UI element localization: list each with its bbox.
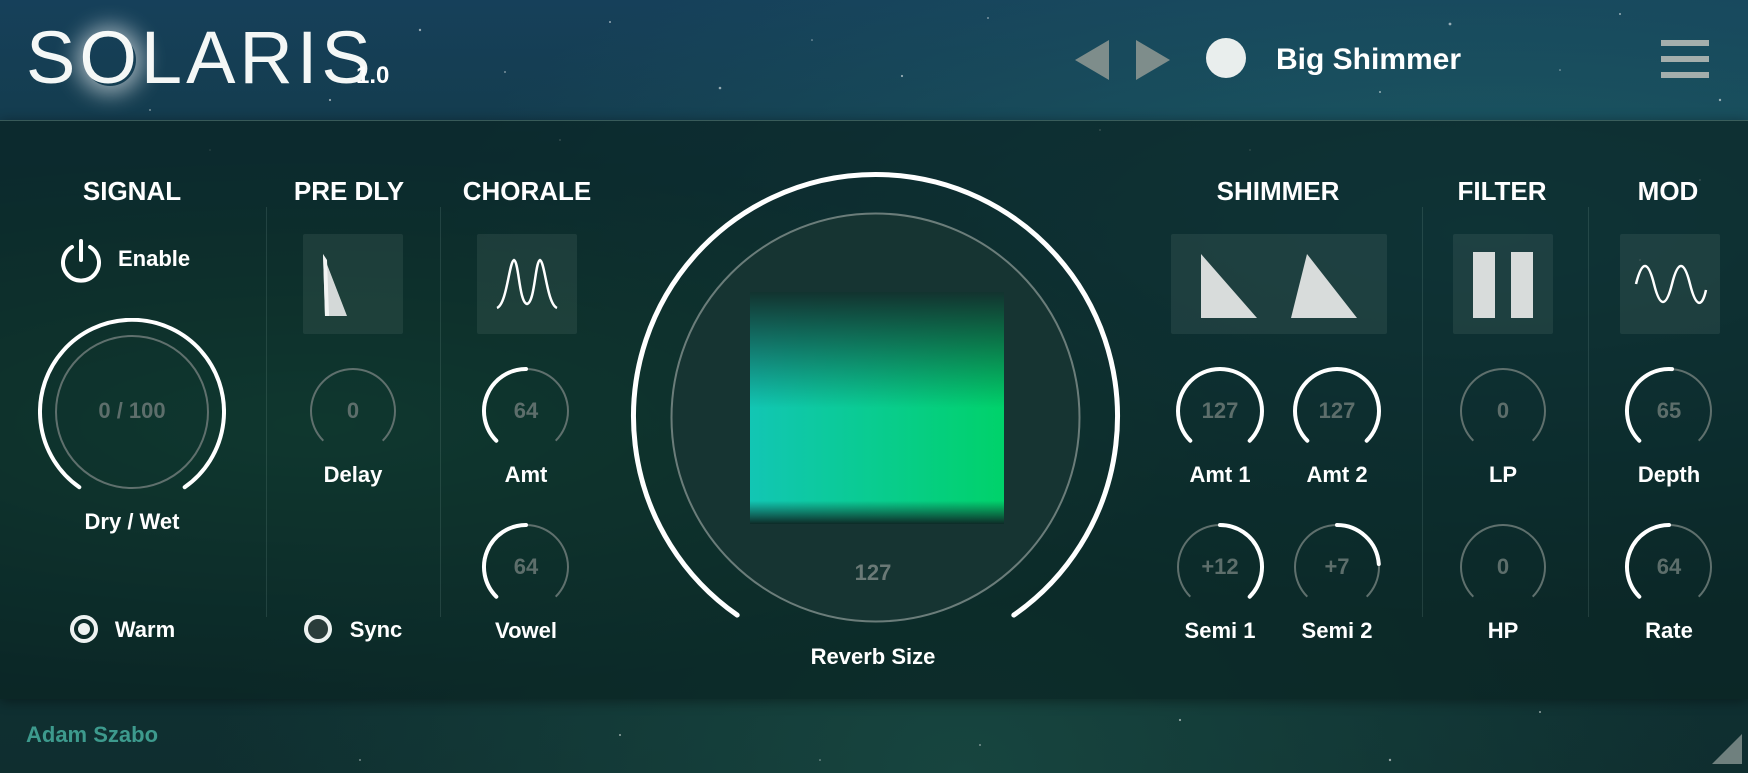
lp-value: 0 — [1496, 398, 1510, 423]
mod-shape-button[interactable] — [1620, 234, 1720, 334]
formant-peaks-icon — [496, 258, 558, 310]
shimmer-amt1-value: 127 — [1201, 398, 1239, 423]
reverb-size-knob[interactable] — [628, 170, 1123, 665]
rate-label: Rate — [1645, 618, 1693, 643]
warm-label: Warm — [114, 617, 176, 642]
depth-label: Depth — [1637, 462, 1701, 487]
next-preset-arrow-icon[interactable] — [1136, 40, 1170, 80]
lp-knob[interactable]: 0 — [1458, 366, 1548, 456]
filter-shape-button[interactable] — [1453, 234, 1553, 334]
chorale-amt-label: Amt — [504, 462, 548, 487]
delay-knob[interactable]: 0 — [308, 366, 398, 456]
section-title-pre-dly: PRE DLY — [293, 176, 405, 206]
version-label: 1.0 — [356, 62, 390, 89]
section-title-shimmer: SHIMMER — [1216, 176, 1340, 206]
hp-label: HP — [1487, 618, 1519, 643]
chorale-shape-button[interactable] — [477, 234, 577, 334]
hamburger-menu-icon[interactable] — [1661, 40, 1709, 78]
bandpass-bars-icon — [1473, 252, 1533, 318]
hp-value: 0 — [1496, 554, 1510, 579]
section-divider — [440, 207, 441, 617]
vowel-label: Vowel — [495, 618, 557, 643]
sync-label: Sync — [349, 617, 403, 642]
ramp-down-icon — [323, 254, 347, 316]
sync-radio[interactable] — [304, 615, 332, 643]
author-link[interactable]: Adam Szabo — [26, 722, 158, 748]
semi1-value: +12 — [1201, 554, 1239, 579]
semi1-label: Semi 1 — [1184, 618, 1256, 643]
preset-indicator-icon[interactable] — [1206, 38, 1246, 78]
section-title-filter: FILTER — [1457, 176, 1547, 206]
vowel-knob[interactable]: 64 — [481, 522, 571, 612]
depth-value: 65 — [1656, 398, 1682, 423]
depth-knob[interactable]: 65 — [1624, 366, 1714, 456]
section-divider — [266, 207, 267, 617]
vowel-value: 64 — [513, 554, 539, 579]
rate-knob[interactable]: 64 — [1624, 522, 1714, 612]
semi2-label: Semi 2 — [1301, 618, 1373, 643]
chorale-amt-value: 64 — [513, 398, 539, 423]
semi2-knob[interactable]: +7 — [1292, 522, 1382, 612]
dry-wet-knob[interactable]: 0 / 100 — [38, 317, 226, 506]
lp-label: LP — [1488, 462, 1518, 487]
sine-wave-icon — [1634, 264, 1708, 304]
warm-radio[interactable] — [70, 615, 98, 643]
enable-label: Enable — [118, 246, 191, 271]
shimmer-amt2-value: 127 — [1318, 398, 1356, 423]
predelay-shape-button[interactable] — [303, 234, 403, 334]
hp-knob[interactable]: 0 — [1458, 522, 1548, 612]
resize-handle-icon[interactable] — [1712, 734, 1742, 764]
section-divider — [1422, 207, 1423, 617]
top-bar: SOLARIS 1.0 Big Shimmer — [0, 0, 1748, 120]
chorale-amt-knob[interactable]: 64 — [481, 366, 571, 456]
previous-preset-arrow-icon[interactable] — [1075, 40, 1109, 80]
section-title-chorale: CHORALE — [462, 176, 592, 206]
section-divider — [1588, 207, 1589, 617]
shimmer-amt2-knob[interactable]: 127 — [1292, 366, 1382, 456]
reverb-size-label: Reverb Size — [810, 644, 936, 669]
dry-wet-label: Dry / Wet — [84, 509, 180, 534]
delay-value: 0 — [346, 398, 360, 423]
rate-value: 64 — [1656, 554, 1682, 579]
shimmer-amt2-label: Amt 2 — [1306, 462, 1368, 487]
shimmer-shape-button[interactable] — [1171, 234, 1387, 334]
reverb-size-value: 127 — [854, 560, 892, 585]
triangle-ramps-icon — [1201, 254, 1357, 318]
enable-toggle[interactable]: Enable — [58, 238, 208, 283]
section-title-mod: MOD — [1637, 176, 1699, 206]
semi2-value: +7 — [1324, 554, 1350, 579]
delay-label: Delay — [323, 462, 383, 487]
semi1-knob[interactable]: +12 — [1175, 522, 1265, 612]
section-title-signal: SIGNAL — [82, 176, 182, 206]
power-icon — [61, 239, 101, 283]
shimmer-amt1-label: Amt 1 — [1189, 462, 1251, 487]
dry-wet-value: 0 / 100 — [98, 398, 166, 423]
solaris-logo: SOLARIS — [26, 16, 375, 99]
shimmer-amt1-knob[interactable]: 127 — [1175, 366, 1265, 456]
preset-name[interactable]: Big Shimmer — [1276, 40, 1461, 80]
